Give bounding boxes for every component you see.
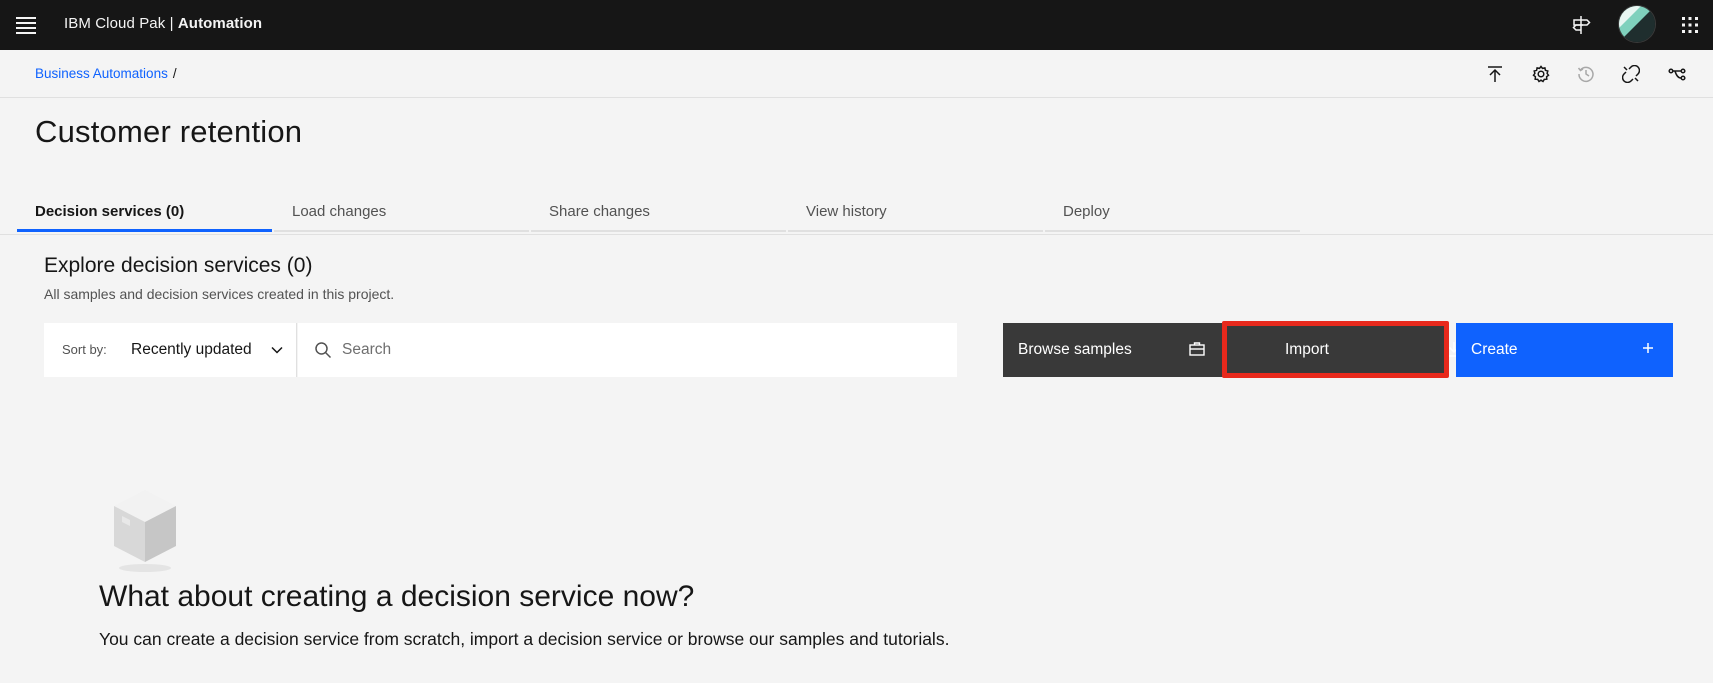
top-header: IBM Cloud Pak | Automation bbox=[0, 0, 1713, 50]
import-button[interactable]: Import bbox=[1221, 323, 1462, 377]
sort-dropdown[interactable]: Sort by: Recently updated bbox=[44, 323, 297, 377]
unlink-icon[interactable] bbox=[1618, 61, 1644, 87]
brand-product: Automation bbox=[177, 15, 263, 32]
breadcrumb: Business Automations / bbox=[35, 66, 177, 81]
browse-samples-button[interactable]: Browse samples bbox=[1003, 323, 1221, 377]
decision-services-toolbar: Sort by: Recently updated Browse samples… bbox=[44, 321, 1673, 378]
briefcase-icon bbox=[1188, 340, 1206, 363]
signpost-icon[interactable] bbox=[1565, 9, 1597, 41]
project-toolbar: Business Automations / bbox=[0, 50, 1713, 98]
tab-deploy[interactable]: Deploy bbox=[1045, 191, 1300, 232]
menu-icon[interactable] bbox=[14, 13, 38, 37]
product-brand[interactable]: IBM Cloud Pak | Automation bbox=[64, 15, 262, 32]
history-icon[interactable] bbox=[1573, 61, 1599, 87]
create-label: Create bbox=[1471, 341, 1518, 358]
breadcrumb-business-automations[interactable]: Business Automations bbox=[35, 66, 168, 81]
upload-icon[interactable] bbox=[1482, 61, 1508, 87]
chevron-down-icon bbox=[270, 343, 284, 362]
tab-share-changes[interactable]: Share changes bbox=[531, 191, 786, 232]
create-button[interactable]: Create bbox=[1456, 323, 1673, 377]
box-icon bbox=[108, 486, 182, 574]
empty-state-description: You can create a decision service from s… bbox=[99, 629, 950, 649]
sort-value: Recently updated bbox=[131, 341, 252, 358]
user-avatar[interactable] bbox=[1618, 5, 1656, 43]
section-subtitle: All samples and decision services create… bbox=[44, 286, 395, 302]
sort-label: Sort by: bbox=[62, 342, 107, 357]
search-input[interactable] bbox=[342, 323, 942, 377]
brand-prefix: IBM Cloud Pak | bbox=[64, 15, 178, 32]
import-label: Import bbox=[1285, 341, 1329, 358]
search-icon bbox=[314, 341, 332, 364]
search-box bbox=[298, 323, 957, 377]
breadcrumb-separator: / bbox=[172, 66, 177, 81]
page-title: Customer retention bbox=[35, 114, 303, 149]
tab-view-history[interactable]: View history bbox=[788, 191, 1043, 232]
branch-icon[interactable] bbox=[1664, 61, 1690, 87]
empty-state-title: What about creating a decision service n… bbox=[99, 580, 695, 613]
section-title: Explore decision services (0) bbox=[44, 254, 313, 277]
tab-decision-services[interactable]: Decision services (0) bbox=[17, 191, 272, 232]
tabs-divider bbox=[0, 234, 1713, 235]
gear-icon[interactable] bbox=[1528, 61, 1554, 87]
app-switcher-icon[interactable] bbox=[1674, 9, 1706, 41]
tab-load-changes[interactable]: Load changes bbox=[274, 191, 529, 232]
plus-icon bbox=[1640, 340, 1656, 361]
browse-samples-label: Browse samples bbox=[1018, 341, 1132, 358]
